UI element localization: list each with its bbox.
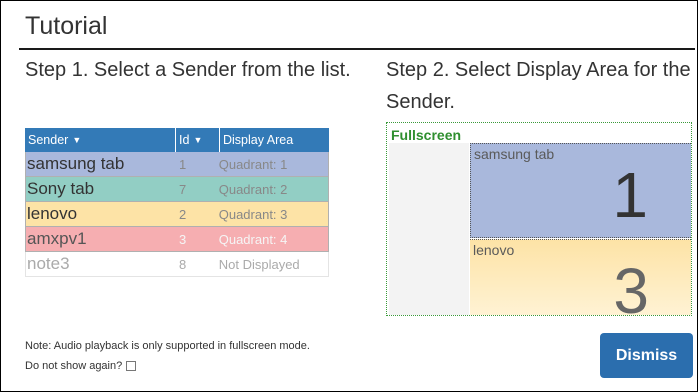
- table-row[interactable]: samsung tab 1 Quadrant: 1: [25, 152, 329, 177]
- id-column-header[interactable]: Id ▼: [175, 128, 219, 152]
- sender-id: 8: [179, 256, 187, 272]
- do-not-show-label: Do not show again?: [25, 360, 123, 372]
- quadrant-3-tile[interactable]: lenovo 3: [470, 239, 691, 316]
- do-not-show-row: Do not show again?: [25, 360, 137, 372]
- display-area-value: Quadrant: 3: [218, 206, 288, 222]
- table-row[interactable]: lenovo 2 Quadrant: 3: [25, 202, 329, 227]
- quadrant-number: 3: [613, 255, 649, 316]
- display-area-value: Quadrant: 1: [218, 156, 288, 172]
- audio-note: Note: Audio playback is only supported i…: [25, 340, 310, 352]
- display-area-preview: Fullscreen samsung tab 1 lenovo 3: [386, 122, 692, 316]
- dismiss-button[interactable]: Dismiss: [600, 333, 693, 378]
- sender-name: samsung tab: [27, 154, 125, 173]
- dialog-title: Tutorial: [25, 12, 108, 40]
- display-area-value: Quadrant: 2: [218, 181, 288, 197]
- table-header: Sender ▼ Id ▼ Display Area: [25, 128, 329, 152]
- table-row[interactable]: amxpv1 3 Quadrant: 4: [25, 227, 329, 252]
- sender-id: 2: [179, 206, 187, 222]
- display-area-header-label: Display Area: [223, 133, 294, 147]
- sender-name: Sony tab: [27, 179, 95, 198]
- sender-column-header[interactable]: Sender ▼: [25, 128, 175, 152]
- sender-id: 7: [179, 181, 187, 197]
- display-area-value: Not Displayed: [218, 256, 300, 272]
- sender-name: amxpv1: [27, 229, 87, 248]
- id-header-label: Id: [179, 133, 190, 147]
- sender-id: 1: [179, 156, 187, 172]
- sender-header-label: Sender: [28, 133, 69, 147]
- sender-id: 3: [179, 231, 187, 247]
- quadrant-sender-name: samsung tab: [474, 146, 555, 162]
- sender-table: Sender ▼ Id ▼ Display Area samsung tab 1…: [25, 128, 329, 277]
- table-row[interactable]: Sony tab 7 Quadrant: 2: [25, 177, 329, 202]
- do-not-show-checkbox[interactable]: [126, 361, 137, 371]
- display-area-value: Quadrant: 4: [218, 231, 288, 247]
- display-area-column-header[interactable]: Display Area: [219, 128, 329, 152]
- quadrant-1-tile[interactable]: samsung tab 1: [470, 143, 691, 238]
- sender-name: lenovo: [27, 204, 78, 223]
- fullscreen-zone-label: Fullscreen: [391, 127, 462, 143]
- empty-display-region: [389, 143, 469, 315]
- quadrant-sender-name: lenovo: [473, 242, 515, 258]
- sort-caret-icon: ▼: [193, 135, 203, 145]
- title-divider: [19, 48, 695, 50]
- step2-instruction: Step 2. Select Display Area for the Send…: [386, 59, 691, 113]
- table-row[interactable]: note3 8 Not Displayed: [25, 252, 329, 277]
- quadrant-number: 1: [612, 159, 648, 231]
- sender-name: note3: [27, 254, 70, 273]
- sort-caret-icon: ▼: [72, 135, 82, 145]
- step1-instruction: Step 1. Select a Sender from the list.: [25, 59, 351, 81]
